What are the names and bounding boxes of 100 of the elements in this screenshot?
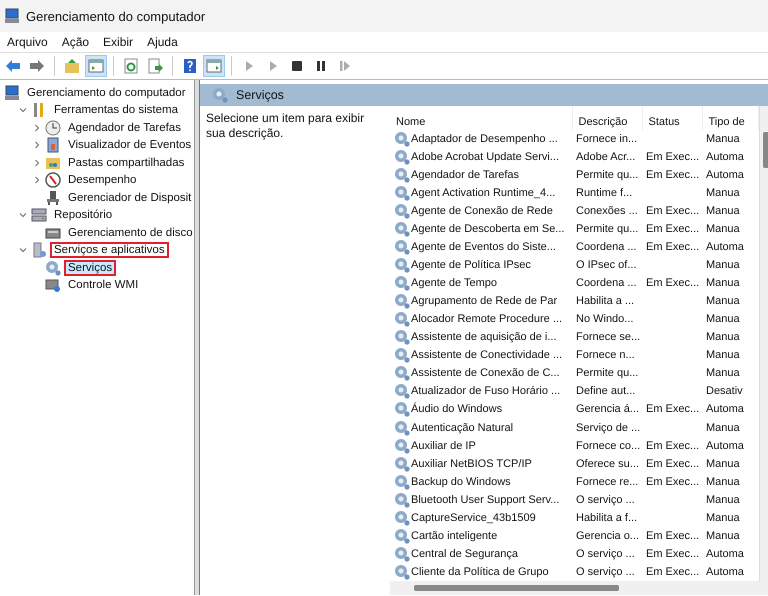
table-cell[interactable]: Agrupamento de Rede de Par <box>411 295 558 308</box>
tree-item[interactable]: Controle WMI <box>64 277 142 294</box>
table-cell[interactable]: CaptureService_43b1509 <box>411 512 536 524</box>
gear-icon <box>394 546 410 562</box>
table-cell[interactable]: Adaptador de Desempenho ... <box>411 133 558 146</box>
column-header[interactable]: Tipo de <box>702 106 758 130</box>
table-cell[interactable]: Cartão inteligente <box>411 530 498 542</box>
table-cell: Em Exec... <box>646 440 700 452</box>
table-cell[interactable]: Autenticação Natural <box>411 422 514 434</box>
tree-button[interactable] <box>85 55 107 77</box>
table-cell: Coordena ... <box>576 277 637 290</box>
gear-icon <box>212 87 228 103</box>
gear-icon <box>394 365 410 382</box>
table-cell: Automa <box>706 241 744 254</box>
tree-item[interactable]: Pastas compartilhadas <box>64 154 188 171</box>
table-cell[interactable]: Assistente de Conexão de C... <box>411 367 560 380</box>
table-cell: Manua <box>706 187 740 200</box>
horizontal-scrollbar[interactable] <box>390 581 768 595</box>
table-cell: Manua <box>706 458 740 470</box>
gear-icon <box>394 149 410 166</box>
stop-icon <box>289 58 305 74</box>
table-cell: Fornece n... <box>576 349 635 362</box>
table-cell: Em Exec... <box>646 151 700 164</box>
table-cell: Coordena ... <box>576 241 637 254</box>
gear-icon <box>394 131 410 148</box>
chevron-right-icon[interactable] <box>32 158 42 168</box>
menu-item[interactable]: Arquivo <box>2 35 53 49</box>
table-cell: Fornece re... <box>576 476 638 488</box>
table-cell: O serviço ... <box>576 494 635 506</box>
up-icon <box>64 58 80 74</box>
table-cell: Habilita a ... <box>576 295 634 308</box>
gear-icon <box>394 383 410 400</box>
table-cell[interactable]: Agente de Conexão de Rede <box>411 205 553 218</box>
menu-item[interactable]: Ajuda <box>142 35 183 49</box>
table-cell[interactable]: Agente de Eventos do Siste... <box>411 241 556 254</box>
table-cell: Oferece su... <box>576 458 639 470</box>
table-cell[interactable]: Atualizador de Fuso Horário ... <box>411 385 560 398</box>
chevron-right-icon[interactable] <box>32 122 42 133</box>
tree-item[interactable]: Gerenciador de Disposit <box>64 190 194 206</box>
gear-icon <box>394 474 410 490</box>
table-cell: Manua <box>706 512 740 524</box>
chevron-right-icon[interactable] <box>32 140 42 150</box>
table-cell: Manua <box>706 313 740 326</box>
gear-icon <box>394 311 410 328</box>
gear-icon <box>394 239 410 256</box>
tree-item[interactable]: Visualizador de Eventos <box>64 137 194 154</box>
tree-item[interactable]: Serviços <box>64 260 116 276</box>
gear-icon <box>394 275 410 292</box>
table-cell: Manua <box>706 331 740 344</box>
export-icon <box>147 58 163 74</box>
tree-item[interactable]: Serviços e aplicativos <box>50 242 169 258</box>
table-cell[interactable]: Auxiliar de IP <box>411 440 476 452</box>
table-cell[interactable]: Agent Activation Runtime_4... <box>411 187 556 200</box>
table-cell[interactable]: Cliente da Política de Grupo <box>411 566 549 578</box>
vertical-scrollbar[interactable] <box>758 106 768 581</box>
gear-icon <box>394 257 410 274</box>
column-header[interactable]: Status <box>642 106 702 130</box>
pane-button[interactable] <box>203 55 225 77</box>
table-cell[interactable]: Assistente de Conectividade ... <box>411 349 562 362</box>
table-cell: Automa <box>706 566 744 578</box>
gear-icon <box>394 528 410 544</box>
panel-title: Serviços <box>236 88 284 102</box>
tree-item[interactable]: Repositório <box>50 207 116 224</box>
table-cell[interactable]: Assistente de aquisição de i... <box>411 331 557 344</box>
device-icon <box>45 190 61 206</box>
table-cell[interactable]: Backup do Windows <box>411 476 511 488</box>
table-cell[interactable]: Central de Segurança <box>411 548 518 560</box>
tree-item[interactable]: Agendador de Tarefas <box>64 120 185 136</box>
tree-item[interactable]: Gerenciamento do computador <box>23 84 190 101</box>
clock-icon <box>45 120 61 136</box>
table-cell[interactable]: Áudio do Windows <box>411 403 502 416</box>
table-cell: Manua <box>706 133 740 146</box>
table-cell: Manua <box>706 494 740 506</box>
table-cell: Manua <box>706 259 740 272</box>
gear-icon <box>394 347 410 364</box>
menu-item[interactable]: Ação <box>56 35 94 49</box>
table-cell[interactable]: Bluetooth User Support Serv... <box>411 494 560 506</box>
table-cell[interactable]: Agendador de Tarefas <box>411 169 520 182</box>
menu-item[interactable]: Exibir <box>98 35 138 49</box>
chevron-right-icon[interactable] <box>32 175 42 186</box>
table-cell[interactable]: Agente de Descoberta em Se... <box>411 223 564 236</box>
tree-item[interactable]: Gerenciamento de disco <box>64 224 194 241</box>
table-cell[interactable]: Agente de Política IPsec <box>411 259 531 272</box>
tree-item[interactable]: Desempenho <box>64 172 140 188</box>
column-header[interactable]: Nome <box>390 106 572 130</box>
table-cell: Automa <box>706 548 744 560</box>
help-icon <box>182 58 198 74</box>
table-cell[interactable]: Agente de Tempo <box>411 277 498 290</box>
table-cell: Em Exec... <box>646 277 700 290</box>
table-cell: O serviço ... <box>576 548 635 560</box>
table-cell[interactable]: Alocador Remote Procedure ... <box>411 313 562 326</box>
table-cell: Serviço de ... <box>576 422 640 434</box>
table-cell[interactable]: Auxiliar NetBIOS TCP/IP <box>411 458 532 470</box>
gear-icon <box>394 329 410 346</box>
gear-icon <box>394 221 410 238</box>
table-cell: Em Exec... <box>646 241 700 254</box>
table-cell[interactable]: Adobe Acrobat Update Servi... <box>411 151 559 164</box>
column-header[interactable]: Descrição <box>572 106 642 130</box>
tree-item[interactable]: Ferramentas do sistema <box>50 102 182 118</box>
forward-icon <box>29 58 45 74</box>
